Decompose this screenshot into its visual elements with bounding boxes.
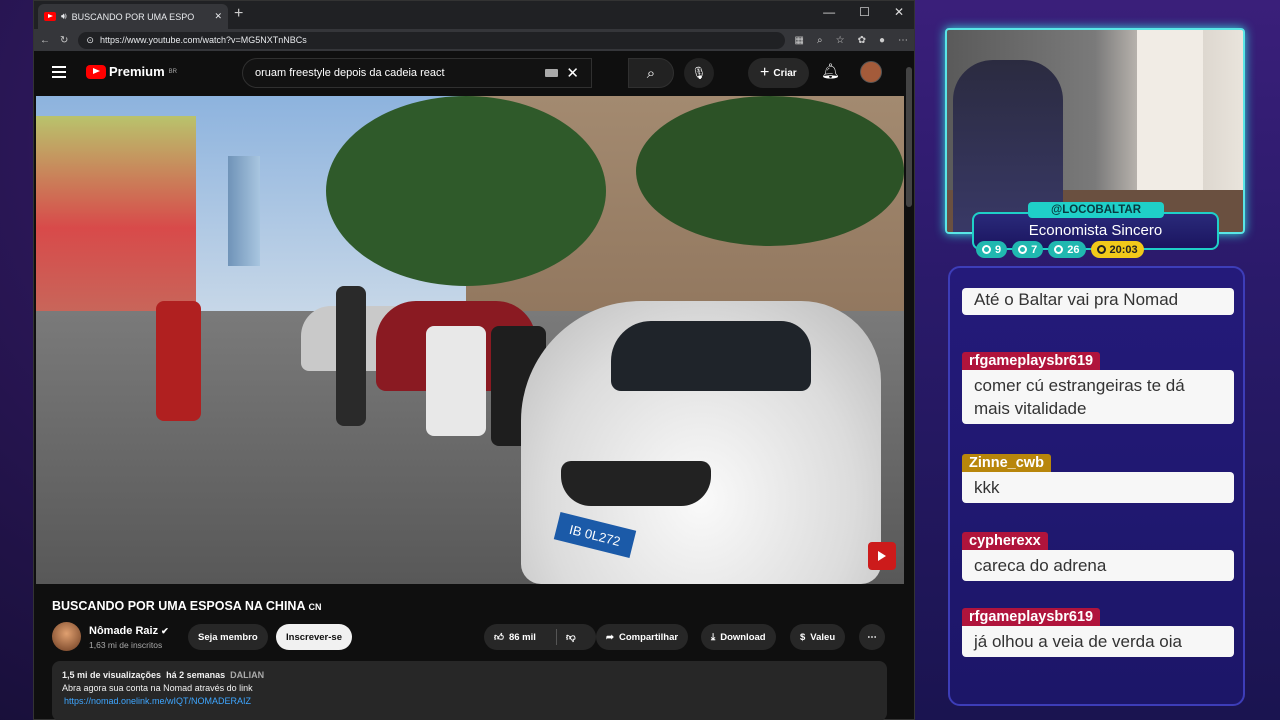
kick-icon xyxy=(1054,245,1064,254)
chat-username: rfgameplaysbr619 xyxy=(962,352,1101,370)
thumbs-up-icon: 👍︎ xyxy=(494,632,504,643)
extensions-icon[interactable]: ✿ xyxy=(858,35,866,46)
twitch-viewers: 9 xyxy=(976,241,1008,258)
video-description[interactable]: 1,5 mi de visualizações há 2 semanas DAL… xyxy=(52,661,887,720)
apps-icon[interactable]: ▦ xyxy=(795,35,804,46)
youtube-viewers: 7 xyxy=(1012,241,1044,258)
video-tree xyxy=(636,96,904,246)
like-button[interactable]: 👍︎ 86 mil 👎︎ xyxy=(484,624,596,650)
address-bar-row: ← ↻ ⊙ https://www.youtube.com/watch?v=MG… xyxy=(34,29,914,51)
close-window-icon[interactable]: ✕ xyxy=(894,5,904,19)
verified-icon: ✔ xyxy=(161,626,169,636)
license-plate: IB 0L272 xyxy=(553,511,637,559)
description-link[interactable]: https://nomad.onelink.me/wIQT/NOMADERAIZ xyxy=(62,695,877,708)
thanks-button[interactable]: $ Valeu xyxy=(790,624,846,650)
minimize-icon[interactable]: — xyxy=(823,5,835,19)
subscribe-button[interactable]: Inscrever-se xyxy=(276,624,352,650)
site-info-icon[interactable]: ⊙ xyxy=(86,35,94,46)
chat-text: comer cú estrangeiras te dá mais vitalid… xyxy=(962,370,1234,424)
chat-message: rfgameplaysbr619 já olhou a veia de verd… xyxy=(962,608,1234,657)
clock-icon xyxy=(1096,245,1106,254)
chat-message: rfgameplaysbr619 comer cú estrangeiras t… xyxy=(962,352,1234,424)
video-person xyxy=(156,301,201,421)
youtube-favicon-icon xyxy=(44,12,56,21)
share-button[interactable]: ➦ Compartilhar xyxy=(596,624,689,650)
video-person xyxy=(336,286,366,426)
microphone-icon: 🎙︎ xyxy=(691,66,707,80)
chat-username: rfgameplaysbr619 xyxy=(962,608,1101,626)
youtube-logo[interactable]: Premium BR xyxy=(86,64,177,79)
maximize-icon[interactable]: ☐ xyxy=(859,5,870,19)
close-tab-icon[interactable]: ✕ xyxy=(214,11,222,22)
browser-window: 🔊︎ BUSCANDO POR UMA ESPO ✕ + — ☐ ✕ ← ↻ ⊙… xyxy=(33,0,915,720)
zoom-icon[interactable]: ⌕ xyxy=(817,35,823,46)
chat-text: careca do adrena xyxy=(962,550,1234,581)
search-button[interactable]: ⌕ xyxy=(628,58,674,88)
browser-toolbar: ▦ ⌕ ☆ ✿ ● ⋯ xyxy=(795,35,908,46)
create-button[interactable]: + Criar xyxy=(748,58,809,88)
share-icon: ➦ xyxy=(606,631,614,643)
menu-icon[interactable]: ⋯ xyxy=(898,35,908,46)
youtube-icon xyxy=(86,64,106,79)
back-icon[interactable]: ← xyxy=(40,35,50,46)
new-tab-button[interactable]: + xyxy=(234,5,243,23)
favorite-icon[interactable]: ☆ xyxy=(836,35,845,46)
search-icon: ⌕ xyxy=(646,64,656,82)
chat-message: Zinne_cwb kkk xyxy=(962,454,1234,503)
download-button[interactable]: ⤓ Download xyxy=(701,624,776,650)
clear-search-icon[interactable]: ✕ xyxy=(566,64,579,82)
chat-text: kkk xyxy=(962,472,1234,503)
chat-text: já olhou a veia de verda oia xyxy=(962,626,1234,657)
account-avatar[interactable] xyxy=(860,61,882,83)
dollar-icon: $ xyxy=(800,631,806,643)
notifications-icon[interactable]: 🔔︎ xyxy=(821,62,840,80)
video-car-kia: IB 0L272 xyxy=(521,301,881,584)
browser-tab[interactable]: 🔊︎ BUSCANDO POR UMA ESPO ✕ xyxy=(38,4,228,29)
chat-username: cypherexx xyxy=(962,532,1048,550)
speaker-icon[interactable]: 🔊︎ xyxy=(61,11,67,22)
viewer-stats: 9 7 26 20:03 xyxy=(976,241,1144,258)
profile-icon[interactable]: ● xyxy=(879,35,885,46)
youtube-icon xyxy=(1018,245,1028,254)
keyboard-icon[interactable] xyxy=(545,69,559,77)
chat-message: Até o Baltar vai pra Nomad xyxy=(962,274,1234,315)
subscribe-watermark[interactable] xyxy=(868,542,896,570)
streamer-handle: @LOCOBALTAR xyxy=(1028,202,1164,218)
stream-clock: 20:03 xyxy=(1090,241,1144,258)
video-tree xyxy=(326,96,606,286)
address-bar[interactable]: ⊙ https://www.youtube.com/watch?v=MG5NXT… xyxy=(78,31,785,49)
hamburger-menu-icon[interactable] xyxy=(52,66,66,81)
reload-icon[interactable]: ↻ xyxy=(60,35,68,46)
search-input[interactable]: oruam freestyle depois da cadeia react ✕ xyxy=(242,58,592,88)
voice-search-button[interactable]: 🎙︎ xyxy=(684,58,714,88)
chat-username: Zinne_cwb xyxy=(962,454,1051,472)
channel-subscribers: 1,63 mi de inscritos xyxy=(89,640,163,650)
channel-avatar[interactable] xyxy=(52,622,81,651)
video-title: BUSCANDO POR UMA ESPOSA NA CHINA CN xyxy=(52,599,322,613)
video-person xyxy=(426,326,486,436)
download-icon: ⤓ xyxy=(711,631,716,643)
plus-icon: + xyxy=(760,64,770,81)
join-button[interactable]: Seja membro xyxy=(188,624,268,650)
channel-name[interactable]: Nômade Raiz ✔ xyxy=(89,625,169,637)
youtube-header: Premium BR oruam freestyle depois da cade… xyxy=(34,51,914,95)
tab-title: BUSCANDO POR UMA ESPO xyxy=(71,11,195,22)
chat-panel: Até o Baltar vai pra Nomad rfgameplaysbr… xyxy=(948,266,1245,706)
scrollbar[interactable] xyxy=(906,67,912,207)
twitch-icon xyxy=(982,245,991,254)
thumbs-down-icon[interactable]: 👎︎ xyxy=(566,631,576,643)
window-controls: — ☐ ✕ xyxy=(823,5,904,19)
video-tower xyxy=(228,156,260,266)
kick-viewers: 26 xyxy=(1048,241,1086,258)
chat-message: cypherexx careca do adrena xyxy=(962,532,1234,581)
more-actions-icon[interactable]: ⋯ xyxy=(859,624,885,650)
url-text: https://www.youtube.com/watch?v=MG5NXTnN… xyxy=(99,35,307,45)
tab-bar: 🔊︎ BUSCANDO POR UMA ESPO ✕ + — ☐ ✕ xyxy=(34,1,914,29)
video-player[interactable]: IB 0L272 xyxy=(36,96,904,584)
chat-text: Até o Baltar vai pra Nomad xyxy=(962,288,1234,315)
